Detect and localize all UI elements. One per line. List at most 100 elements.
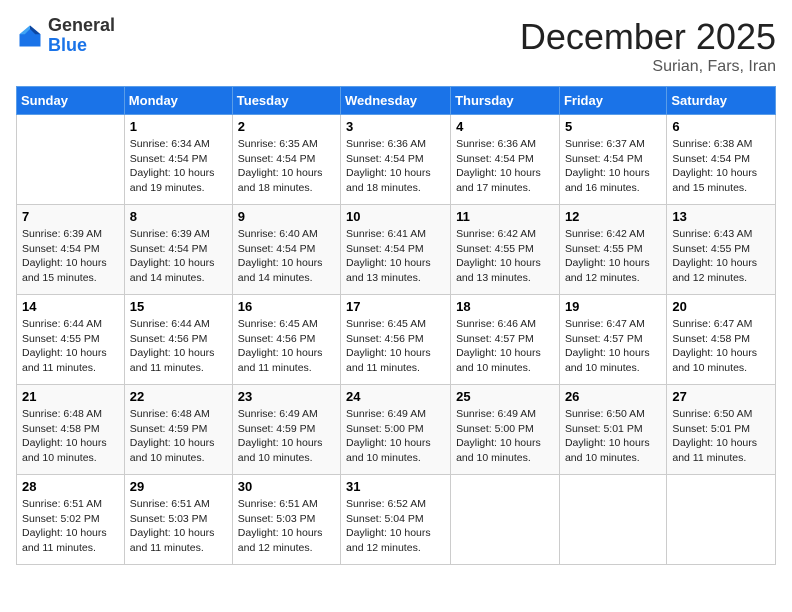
day-number: 3 (346, 119, 445, 134)
day-number: 8 (130, 209, 227, 224)
day-number: 12 (565, 209, 661, 224)
day-info: Sunrise: 6:39 AMSunset: 4:54 PMDaylight:… (22, 227, 119, 286)
calendar-cell (667, 475, 776, 565)
calendar-week-row: 7 Sunrise: 6:39 AMSunset: 4:54 PMDaylight… (17, 205, 776, 295)
day-info: Sunrise: 6:48 AMSunset: 4:59 PMDaylight:… (130, 407, 227, 466)
day-number: 28 (22, 479, 119, 494)
calendar-week-row: 21 Sunrise: 6:48 AMSunset: 4:58 PMDayligh… (17, 385, 776, 475)
day-number: 21 (22, 389, 119, 404)
calendar-cell: 30Sunrise: 6:51 AMSunset: 5:03 PMDayligh… (232, 475, 340, 565)
calendar-cell: 15 Sunrise: 6:44 AMSunset: 4:56 PMDayligh… (124, 295, 232, 385)
calendar-cell: 7 Sunrise: 6:39 AMSunset: 4:54 PMDaylight… (17, 205, 125, 295)
calendar-cell: 18 Sunrise: 6:46 AMSunset: 4:57 PMDayligh… (451, 295, 560, 385)
day-number: 5 (565, 119, 661, 134)
calendar-cell: 29 Sunrise: 6:51 AMSunset: 5:03 PMDayligh… (124, 475, 232, 565)
calendar-cell: 27Sunrise: 6:50 AMSunset: 5:01 PMDayligh… (667, 385, 776, 475)
day-info: Sunrise: 6:44 AMSunset: 4:56 PMDaylight:… (130, 317, 227, 376)
calendar-cell: 8 Sunrise: 6:39 AMSunset: 4:54 PMDaylight… (124, 205, 232, 295)
calendar-cell (17, 115, 125, 205)
day-info: Sunrise: 6:41 AMSunset: 4:54 PMDaylight:… (346, 227, 445, 286)
calendar-cell: 17 Sunrise: 6:45 AMSunset: 4:56 PMDayligh… (341, 295, 451, 385)
calendar-cell: 31 Sunrise: 6:52 AMSunset: 5:04 PMDayligh… (341, 475, 451, 565)
day-info: Sunrise: 6:51 AMSunset: 5:03 PMDaylight:… (238, 497, 335, 556)
day-info: Sunrise: 6:47 AMSunset: 4:57 PMDaylight:… (565, 317, 661, 376)
page-header: General Blue December 2025 Surian, Fars,… (16, 16, 776, 76)
calendar-cell: 21 Sunrise: 6:48 AMSunset: 4:58 PMDayligh… (17, 385, 125, 475)
day-number: 18 (456, 299, 554, 314)
calendar-week-row: 14Sunrise: 6:44 AMSunset: 4:55 PMDayligh… (17, 295, 776, 385)
calendar-subtitle: Surian, Fars, Iran (520, 58, 776, 76)
day-number: 24 (346, 389, 445, 404)
day-number: 20 (672, 299, 770, 314)
day-number: 31 (346, 479, 445, 494)
logo-blue-text: Blue (48, 36, 115, 56)
day-info: Sunrise: 6:47 AMSunset: 4:58 PMDaylight:… (672, 317, 770, 376)
day-number: 15 (130, 299, 227, 314)
day-of-week-header: Friday (559, 87, 666, 115)
logo-icon (16, 22, 44, 50)
calendar-cell: 19 Sunrise: 6:47 AMSunset: 4:57 PMDayligh… (559, 295, 666, 385)
day-info: Sunrise: 6:48 AMSunset: 4:58 PMDaylight:… (22, 407, 119, 466)
calendar-cell: 13Sunrise: 6:43 AMSunset: 4:55 PMDayligh… (667, 205, 776, 295)
day-info: Sunrise: 6:46 AMSunset: 4:57 PMDaylight:… (456, 317, 554, 376)
day-of-week-header: Thursday (451, 87, 560, 115)
calendar-cell: 12 Sunrise: 6:42 AMSunset: 4:55 PMDayligh… (559, 205, 666, 295)
day-number: 26 (565, 389, 661, 404)
calendar-week-row: 1 Sunrise: 6:34 AMSunset: 4:54 PMDaylight… (17, 115, 776, 205)
logo: General Blue (16, 16, 115, 56)
day-number: 16 (238, 299, 335, 314)
calendar-table: SundayMondayTuesdayWednesdayThursdayFrid… (16, 86, 776, 565)
day-of-week-header: Saturday (667, 87, 776, 115)
calendar-cell (451, 475, 560, 565)
calendar-cell: 14Sunrise: 6:44 AMSunset: 4:55 PMDayligh… (17, 295, 125, 385)
day-info: Sunrise: 6:35 AMSunset: 4:54 PMDaylight:… (238, 137, 335, 196)
day-number: 25 (456, 389, 554, 404)
day-info: Sunrise: 6:38 AMSunset: 4:54 PMDaylight:… (672, 137, 770, 196)
day-number: 7 (22, 209, 119, 224)
day-info: Sunrise: 6:42 AMSunset: 4:55 PMDaylight:… (456, 227, 554, 286)
day-number: 29 (130, 479, 227, 494)
day-info: Sunrise: 6:51 AMSunset: 5:02 PMDaylight:… (22, 497, 119, 556)
calendar-cell: 20 Sunrise: 6:47 AMSunset: 4:58 PMDayligh… (667, 295, 776, 385)
calendar-cell: 28 Sunrise: 6:51 AMSunset: 5:02 PMDayligh… (17, 475, 125, 565)
day-number: 19 (565, 299, 661, 314)
day-info: Sunrise: 6:49 AMSunset: 5:00 PMDaylight:… (456, 407, 554, 466)
day-of-week-header: Monday (124, 87, 232, 115)
day-number: 1 (130, 119, 227, 134)
calendar-cell: 25 Sunrise: 6:49 AMSunset: 5:00 PMDayligh… (451, 385, 560, 475)
calendar-cell: 26 Sunrise: 6:50 AMSunset: 5:01 PMDayligh… (559, 385, 666, 475)
calendar-cell: 11Sunrise: 6:42 AMSunset: 4:55 PMDayligh… (451, 205, 560, 295)
day-info: Sunrise: 6:34 AMSunset: 4:54 PMDaylight:… (130, 137, 227, 196)
day-info: Sunrise: 6:44 AMSunset: 4:55 PMDaylight:… (22, 317, 119, 376)
day-of-week-header: Sunday (17, 87, 125, 115)
day-number: 6 (672, 119, 770, 134)
day-number: 13 (672, 209, 770, 224)
day-of-week-header: Wednesday (341, 87, 451, 115)
calendar-cell (559, 475, 666, 565)
day-info: Sunrise: 6:36 AMSunset: 4:54 PMDaylight:… (456, 137, 554, 196)
day-info: Sunrise: 6:36 AMSunset: 4:54 PMDaylight:… (346, 137, 445, 196)
day-info: Sunrise: 6:45 AMSunset: 4:56 PMDaylight:… (238, 317, 335, 376)
day-number: 2 (238, 119, 335, 134)
day-info: Sunrise: 6:51 AMSunset: 5:03 PMDaylight:… (130, 497, 227, 556)
calendar-cell: 16 Sunrise: 6:45 AMSunset: 4:56 PMDayligh… (232, 295, 340, 385)
calendar-cell: 24 Sunrise: 6:49 AMSunset: 5:00 PMDayligh… (341, 385, 451, 475)
day-of-week-header: Tuesday (232, 87, 340, 115)
day-info: Sunrise: 6:50 AMSunset: 5:01 PMDaylight:… (672, 407, 770, 466)
day-info: Sunrise: 6:52 AMSunset: 5:04 PMDaylight:… (346, 497, 445, 556)
calendar-cell: 5Sunrise: 6:37 AMSunset: 4:54 PMDaylight… (559, 115, 666, 205)
day-number: 17 (346, 299, 445, 314)
day-info: Sunrise: 6:39 AMSunset: 4:54 PMDaylight:… (130, 227, 227, 286)
day-info: Sunrise: 6:49 AMSunset: 5:00 PMDaylight:… (346, 407, 445, 466)
calendar-cell: 9Sunrise: 6:40 AMSunset: 4:54 PMDaylight… (232, 205, 340, 295)
calendar-cell: 22Sunrise: 6:48 AMSunset: 4:59 PMDayligh… (124, 385, 232, 475)
day-number: 10 (346, 209, 445, 224)
calendar-cell: 1 Sunrise: 6:34 AMSunset: 4:54 PMDaylight… (124, 115, 232, 205)
calendar-title: December 2025 (520, 16, 776, 58)
calendar-cell: 3 Sunrise: 6:36 AMSunset: 4:54 PMDaylight… (341, 115, 451, 205)
day-info: Sunrise: 6:45 AMSunset: 4:56 PMDaylight:… (346, 317, 445, 376)
day-info: Sunrise: 6:42 AMSunset: 4:55 PMDaylight:… (565, 227, 661, 286)
calendar-cell: 10 Sunrise: 6:41 AMSunset: 4:54 PMDayligh… (341, 205, 451, 295)
day-info: Sunrise: 6:49 AMSunset: 4:59 PMDaylight:… (238, 407, 335, 466)
day-info: Sunrise: 6:50 AMSunset: 5:01 PMDaylight:… (565, 407, 661, 466)
